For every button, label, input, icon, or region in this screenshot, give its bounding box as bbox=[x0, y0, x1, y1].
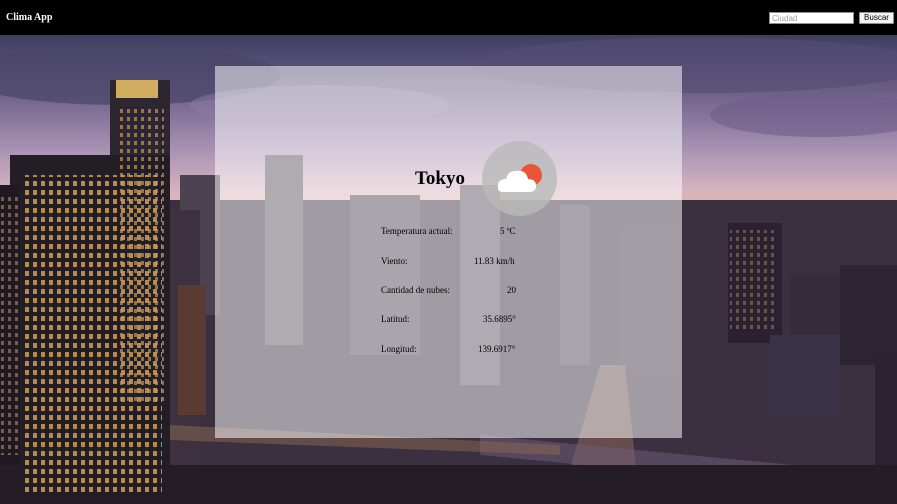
wind-value: 11.83 km/h bbox=[474, 256, 515, 266]
clouds-value: 20 bbox=[507, 285, 516, 295]
city-search-input[interactable] bbox=[769, 12, 854, 24]
weather-card bbox=[215, 66, 682, 438]
top-navbar: Clima App Buscar bbox=[0, 0, 897, 35]
city-name: Tokyo bbox=[415, 168, 465, 189]
longitude-value: 139.6917° bbox=[478, 344, 516, 354]
longitude-label: Longitud: bbox=[381, 344, 417, 354]
app-title[interactable]: Clima App bbox=[6, 12, 52, 23]
search-button[interactable]: Buscar bbox=[859, 12, 894, 24]
wind-label: Viento: bbox=[381, 256, 408, 266]
latitude-label: Latitud: bbox=[381, 314, 410, 324]
partly-cloudy-icon bbox=[482, 141, 557, 216]
latitude-value: 35.6895° bbox=[483, 314, 516, 324]
temperature-value: 5 ºC bbox=[500, 226, 516, 236]
temperature-label: Temperatura actual: bbox=[381, 226, 453, 236]
clouds-label: Cantidad de nubes: bbox=[381, 285, 450, 295]
